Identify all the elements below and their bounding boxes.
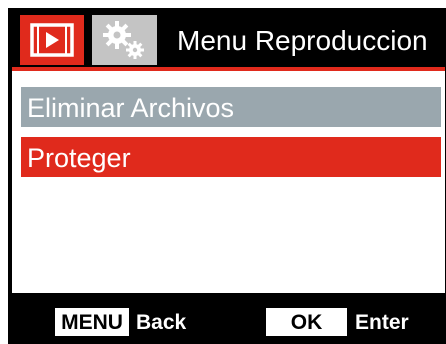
menu-item-delete-files[interactable]: Eliminar Archivos: [21, 87, 441, 127]
back-label: Back: [136, 311, 187, 334]
menu-title: Menu Reproduccion: [177, 25, 428, 56]
softkey-bar: MENU Back OK Enter: [8, 297, 446, 344]
tab-settings[interactable]: [92, 15, 157, 65]
device-screen: Menu Reproduccion Eliminar Archivos Prot…: [8, 8, 446, 344]
tab-playback[interactable]: [20, 15, 84, 65]
ok-key[interactable]: OK: [266, 308, 347, 336]
settings-gears-icon: [103, 21, 144, 59]
menu-header: Menu Reproduccion: [12, 12, 445, 67]
playback-icon: [30, 23, 74, 57]
menu-item-protect[interactable]: Proteger: [21, 137, 441, 177]
menu-panel: Menu Reproduccion Eliminar Archivos Prot…: [12, 12, 445, 293]
header-divider: [12, 67, 445, 71]
enter-label: Enter: [355, 311, 409, 334]
menu-key[interactable]: MENU: [55, 308, 129, 336]
